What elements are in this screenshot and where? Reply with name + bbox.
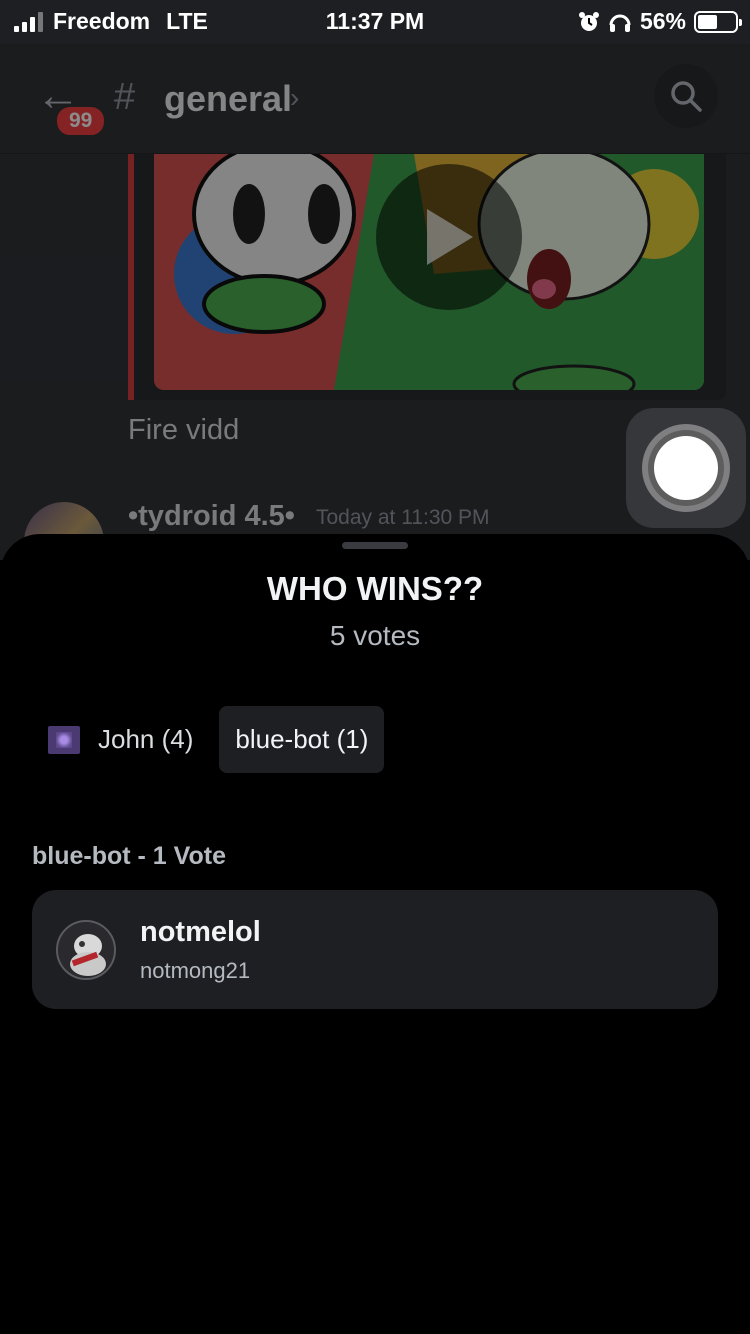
poll-title: WHO WINS?? bbox=[266, 570, 484, 607]
assistive-touch-button[interactable] bbox=[626, 408, 746, 528]
tab-label: John (4) bbox=[98, 724, 194, 754]
assistive-touch-icon bbox=[654, 436, 718, 500]
status-bar: Freedom LTE 11:37 PM 56% bbox=[0, 0, 750, 44]
tab-label: blue-bot (1) bbox=[235, 724, 369, 754]
answer-tabs: John (4) blue-bot (1) bbox=[32, 706, 385, 773]
poll-results-sheet: WHO WINS?? 5 votes John (4) blue-bot (1)… bbox=[0, 534, 750, 1334]
alarm-icon bbox=[578, 11, 599, 31]
tab-blue-bot[interactable]: blue-bot (1) bbox=[219, 706, 385, 773]
poll-vote-count: 5 votes bbox=[329, 620, 421, 651]
headphones-icon bbox=[609, 14, 631, 32]
voter-row[interactable]: notmelol notmong21 bbox=[32, 890, 718, 1009]
voter-display-name: notmelol bbox=[140, 916, 261, 948]
battery-icon bbox=[694, 10, 742, 33]
avatar[interactable] bbox=[56, 920, 116, 980]
answer-section-label: blue-bot - 1 Vote bbox=[32, 842, 226, 870]
purple-emoji-icon bbox=[48, 725, 80, 754]
voter-username: notmong21 bbox=[140, 958, 251, 983]
voter-avatar-image bbox=[58, 922, 114, 978]
sheet-grabber[interactable] bbox=[342, 542, 408, 549]
battery-percent: 56% bbox=[639, 8, 686, 34]
tab-john[interactable]: John (4) bbox=[32, 706, 209, 773]
